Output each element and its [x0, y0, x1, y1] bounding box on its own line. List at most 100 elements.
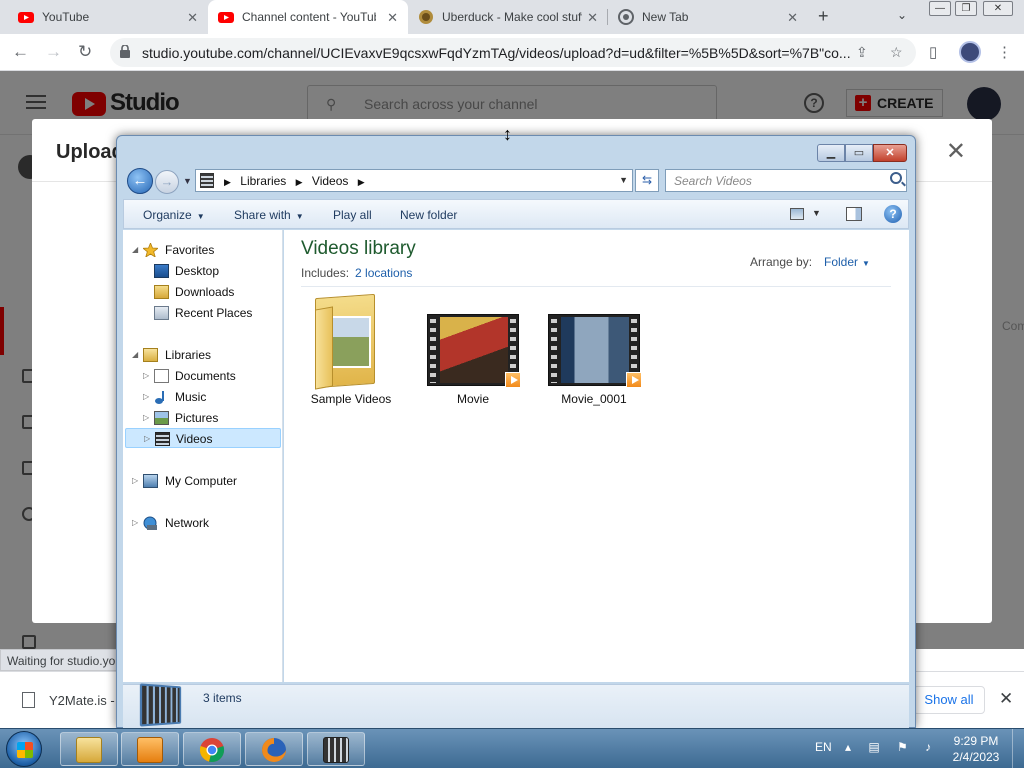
address-bar[interactable]: studio.youtube.com/channel/UCIEvaxvE9qcs… [110, 38, 916, 67]
bookmark-star-icon[interactable]: ☆ [890, 44, 903, 61]
nav-documents[interactable]: ▷ Documents [123, 366, 281, 386]
dialog-minimize-button[interactable]: ▁ [817, 144, 845, 162]
window-restore-button[interactable]: ❐ [955, 1, 977, 16]
taskbar-media-player-button[interactable] [121, 732, 179, 766]
nav-label: Pictures [175, 411, 219, 425]
close-shelf-icon[interactable]: ✕ [999, 689, 1013, 709]
tab-close-icon[interactable]: ✕ [387, 10, 398, 26]
nav-label: My Computer [165, 474, 238, 488]
search-videos-input[interactable]: Search Videos [665, 169, 907, 192]
collapse-arrow-icon[interactable]: ◢ [132, 345, 138, 365]
breadcrumb-chevron-icon[interactable]: ▶ [296, 177, 303, 187]
address-breadcrumb-bar[interactable]: ▶ Libraries ▶ Videos ▶ ▼ [195, 169, 633, 192]
tab-uberduck[interactable]: Uberduck - Make cool stuff ✕ [408, 0, 608, 34]
preview-pane-icon[interactable] [846, 207, 862, 221]
system-tray-icons[interactable]: ▴ ▤ ⚑ ♪ [845, 740, 938, 754]
breadcrumb-chevron-icon[interactable]: ▶ [358, 177, 365, 187]
share-with-label: Share with [234, 208, 291, 222]
play-badge-icon [626, 372, 642, 388]
show-desktop-button[interactable] [1012, 729, 1024, 768]
expand-arrow-icon[interactable]: ▷ [132, 471, 138, 491]
includes-label: Includes: [301, 266, 350, 280]
recent-places-icon [154, 306, 169, 320]
search-icon[interactable] [890, 172, 902, 184]
forward-arrow-icon[interactable]: → [45, 42, 62, 62]
breadcrumb-libraries[interactable]: Libraries [240, 174, 286, 188]
forward-arrow-icon[interactable]: → [155, 170, 179, 194]
expand-arrow-icon[interactable]: ▷ [143, 408, 149, 428]
nav-downloads[interactable]: Downloads [123, 282, 281, 302]
nav-videos[interactable]: ▷ Videos [125, 428, 281, 448]
arrange-value: Folder [824, 255, 859, 269]
music-note-icon [154, 390, 169, 404]
nav-my-computer[interactable]: ▷ My Computer [123, 471, 281, 491]
tab-youtube[interactable]: YouTube ✕ [8, 0, 208, 34]
refresh-icon[interactable]: ⇆ [635, 169, 659, 192]
dialog-close-button[interactable]: ✕ [873, 144, 907, 162]
back-arrow-icon[interactable]: ← [127, 168, 153, 194]
breadcrumb-videos[interactable]: Videos [312, 174, 348, 188]
file-item-movie[interactable]: Movie [418, 294, 528, 406]
tab-new-tab[interactable]: New Tab ✕ [608, 0, 808, 34]
tab-channel-content[interactable]: Channel content - YouTube ✕ [208, 0, 408, 34]
nav-label: Network [165, 516, 210, 530]
share-with-menu[interactable]: Share with ▼ [234, 208, 304, 222]
profile-avatar[interactable] [959, 41, 981, 63]
address-url[interactable]: studio.youtube.com/channel/UCIEvaxvE9qcs… [142, 45, 851, 61]
help-icon[interactable]: ? [884, 205, 902, 223]
nav-recent-places[interactable]: Recent Places [123, 303, 281, 323]
expand-arrow-icon[interactable]: ▷ [143, 366, 149, 386]
nav-favorites[interactable]: ◢ Favorites [123, 240, 281, 260]
file-item-sample-videos[interactable]: Sample Videos [296, 293, 406, 406]
network-globe-icon [143, 516, 158, 530]
breadcrumb-chevron-icon[interactable]: ▶ [224, 177, 231, 187]
side-panel-icon[interactable]: ▯ [929, 43, 937, 61]
show-all-button[interactable]: Show all [913, 686, 985, 714]
tab-label: Uberduck - Make cool stuff [442, 10, 582, 24]
language-indicator[interactable]: EN [815, 740, 832, 754]
expand-arrow-icon[interactable]: ▷ [132, 513, 138, 533]
nav-music[interactable]: ▷ Music [123, 387, 281, 407]
address-dropdown-icon[interactable]: ▼ [619, 175, 628, 185]
new-tab-button[interactable]: + [818, 6, 829, 27]
new-folder-button[interactable]: New folder [400, 208, 457, 222]
start-button[interactable] [6, 731, 42, 767]
nav-label: Desktop [175, 264, 220, 278]
organize-menu[interactable]: Organize ▼ [143, 208, 205, 222]
window-close-button[interactable]: ✕ [983, 1, 1013, 16]
nav-label: Libraries [165, 348, 212, 362]
back-arrow-icon[interactable]: ← [12, 42, 29, 62]
play-all-button[interactable]: Play all [333, 208, 372, 222]
file-item-movie-0001[interactable]: Movie_0001 [539, 294, 649, 406]
tab-close-icon[interactable]: ✕ [587, 10, 598, 26]
share-icon[interactable]: ⇪ [856, 44, 868, 61]
taskbar-movie-maker-button[interactable] [307, 732, 365, 766]
tab-close-icon[interactable]: ✕ [187, 10, 198, 26]
change-view-icon[interactable] [790, 208, 804, 220]
locations-link[interactable]: 2 locations [355, 266, 412, 280]
expand-arrow-icon[interactable]: ▷ [143, 387, 149, 407]
taskbar-firefox-button[interactable] [245, 732, 303, 766]
taskbar-chrome-button[interactable] [183, 732, 241, 766]
tab-close-icon[interactable]: ✕ [787, 10, 798, 26]
kebab-menu-icon[interactable]: ⋮ [997, 43, 1012, 61]
windows-logo-icon [17, 742, 33, 758]
taskbar-clock[interactable]: 9:29 PM 2/4/2023 [945, 733, 1007, 765]
arrange-by-dropdown[interactable]: Folder ▼ [824, 255, 870, 269]
dialog-maximize-button[interactable]: ▭ [845, 144, 873, 162]
nav-label: Music [175, 390, 207, 404]
download-item[interactable]: Y2Mate.is - [49, 693, 115, 708]
nav-libraries[interactable]: ◢ Libraries [123, 345, 281, 365]
nav-pictures[interactable]: ▷ Pictures [123, 408, 281, 428]
collapse-arrow-icon[interactable]: ◢ [132, 240, 138, 260]
taskbar-explorer-button[interactable] [60, 732, 118, 766]
nav-label: Favorites [165, 243, 215, 257]
recent-pages-dropdown-icon[interactable]: ▼ [183, 176, 192, 186]
nav-network[interactable]: ▷ Network [123, 513, 281, 533]
view-options-dropdown-icon[interactable]: ▼ [812, 208, 821, 218]
window-minimize-button[interactable]: — [929, 1, 951, 16]
reload-icon[interactable]: ↻ [78, 42, 92, 62]
nav-desktop[interactable]: Desktop [123, 261, 281, 281]
expand-arrow-icon[interactable]: ▷ [144, 429, 150, 449]
tab-search-chevron-icon[interactable]: ⌄ [897, 8, 907, 22]
